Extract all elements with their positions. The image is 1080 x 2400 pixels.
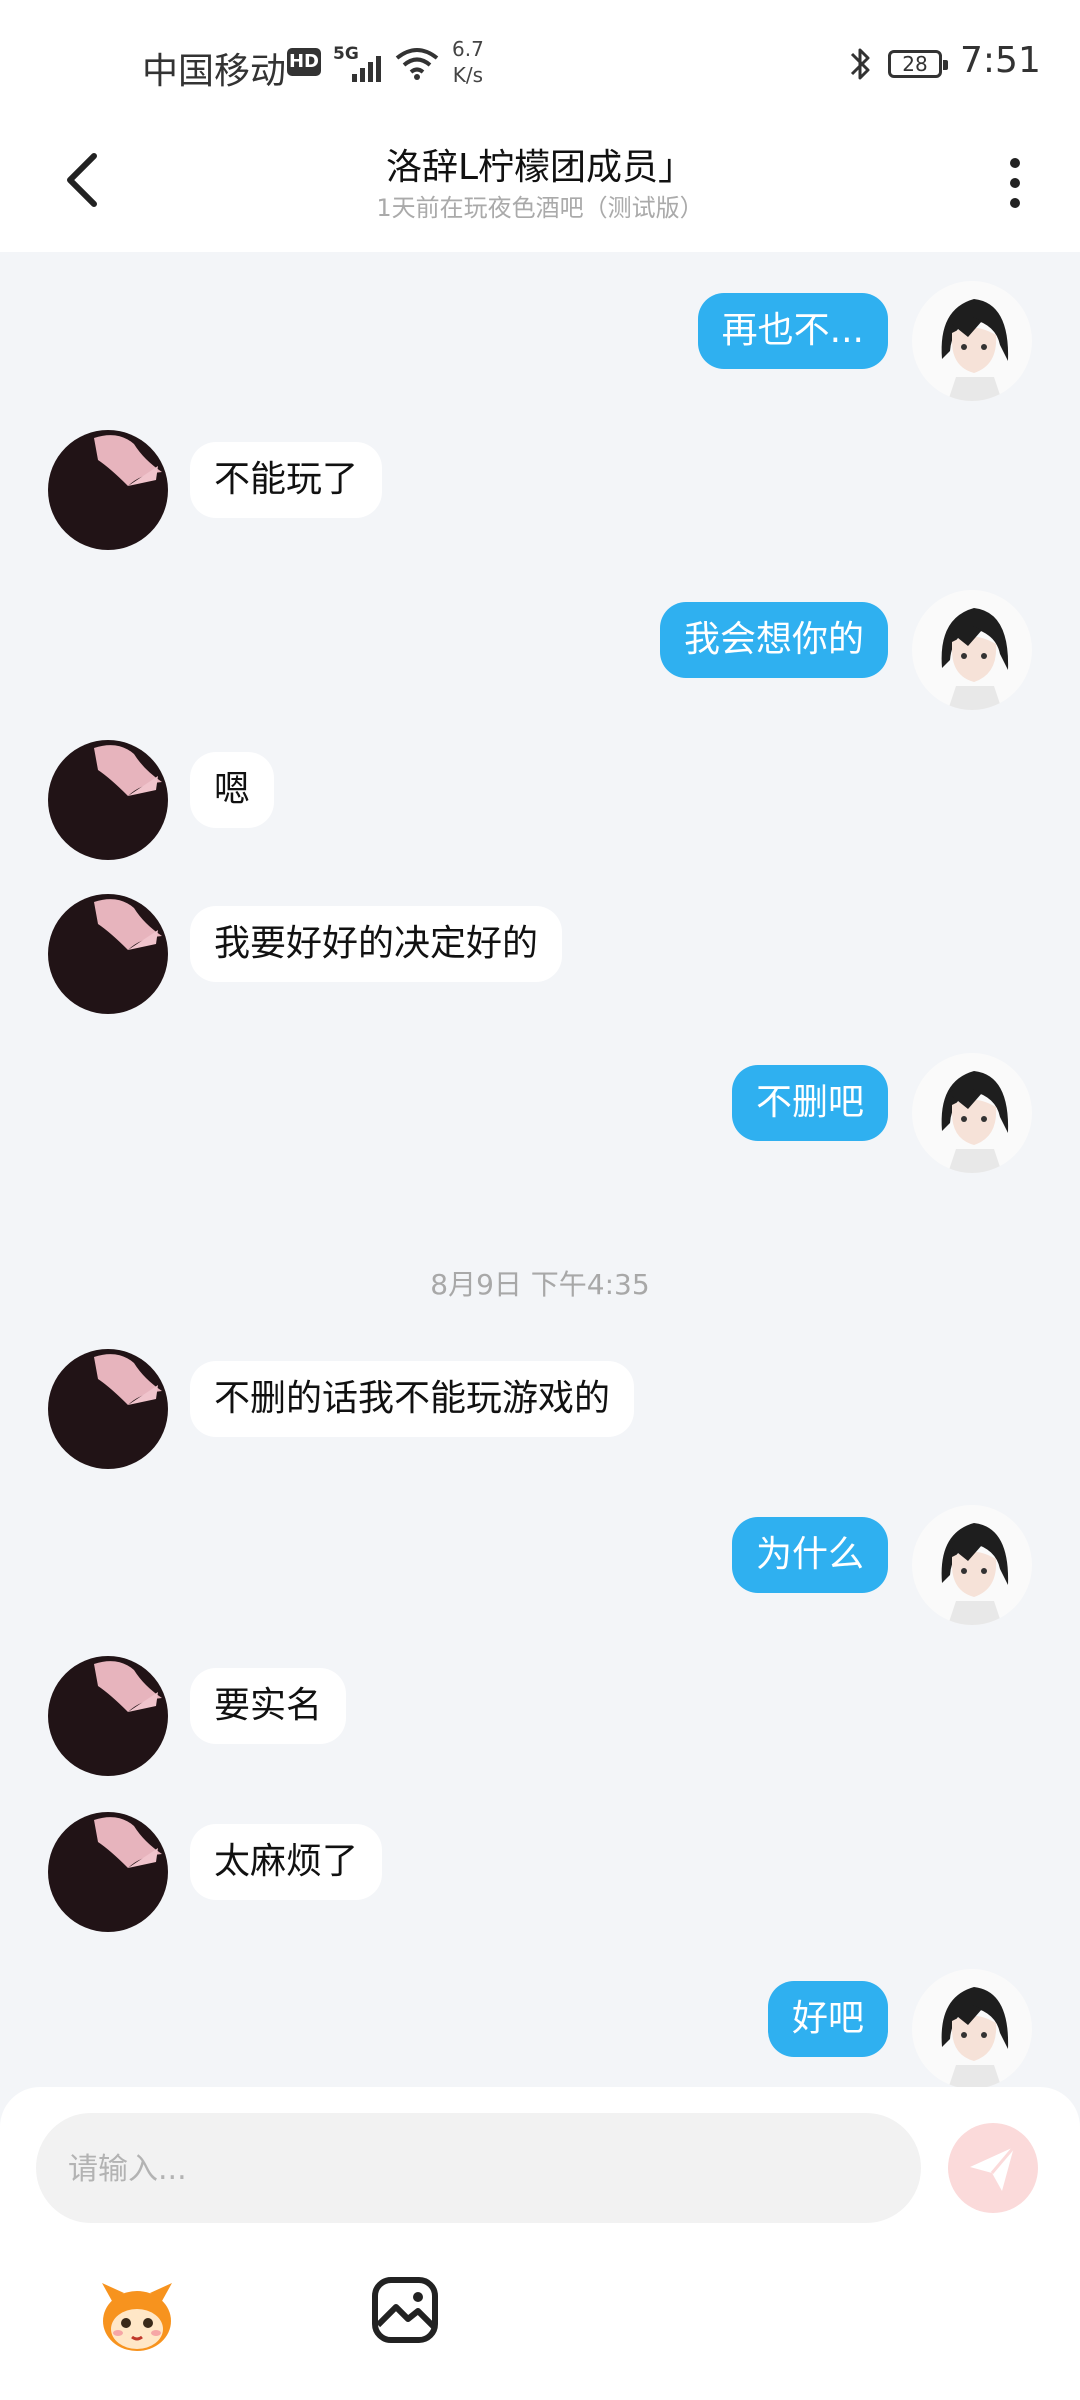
- outgoing-bubble[interactable]: 为什么: [731, 1517, 888, 1593]
- incoming-bubble[interactable]: 我要好好的决定好的: [190, 906, 563, 982]
- more-options-button[interactable]: [990, 148, 1040, 238]
- message-row: 太麻烦了: [0, 1812, 1080, 1942]
- anime-avatar-icon: [912, 590, 1032, 710]
- contact-avatar-icon: [48, 1656, 168, 1776]
- message-row: 为什么: [0, 1505, 1080, 1635]
- contact-status: 1天前在玩夜色酒吧（测试版）: [376, 194, 704, 222]
- contact-avatar-icon: [48, 1812, 168, 1932]
- clock: 7:51: [960, 40, 1041, 81]
- carrier-name: 中国移动: [142, 51, 287, 92]
- incoming-bubble[interactable]: 太麻烦了: [190, 1824, 383, 1900]
- my-avatar[interactable]: [912, 1505, 1032, 1625]
- incoming-bubble[interactable]: 嗯: [190, 752, 275, 828]
- message-input-wrapper[interactable]: [36, 2113, 921, 2225]
- contact-avatar-icon: [48, 430, 168, 550]
- anime-avatar-icon: [912, 1053, 1032, 1173]
- chat-header: 洛辞L柠檬团成员」 1天前在玩夜色酒吧（测试版）: [0, 130, 1080, 252]
- message-row: 要实名: [0, 1656, 1080, 1786]
- image-icon: [372, 2277, 438, 2343]
- incoming-bubble[interactable]: 要实名: [190, 1668, 347, 1744]
- hd-badge: HD: [287, 48, 321, 76]
- more-dots-icon: [990, 158, 1040, 208]
- contact-avatar[interactable]: [48, 430, 168, 550]
- status-bar: 中国移动 HD 5G 6.7 K/s 28 7:51: [0, 0, 1080, 130]
- send-button[interactable]: [948, 2123, 1038, 2213]
- message-row: 不删吧: [0, 1053, 1080, 1183]
- contact-avatar-icon: [48, 1349, 168, 1469]
- incoming-bubble[interactable]: 不能玩了: [190, 442, 383, 518]
- emoji-mascot-icon: [102, 2283, 172, 2351]
- my-avatar[interactable]: [912, 1969, 1032, 2089]
- speed-unit: K/s: [452, 63, 484, 87]
- anime-avatar-icon: [912, 1969, 1032, 2089]
- anime-avatar-icon: [912, 281, 1032, 401]
- wifi-icon: [395, 48, 439, 80]
- message-row: 我会想你的: [0, 590, 1080, 720]
- message-composer: [0, 2087, 1080, 2400]
- signal-icon: [352, 56, 381, 82]
- outgoing-bubble[interactable]: 我会想你的: [659, 602, 888, 678]
- incoming-bubble[interactable]: 不删的话我不能玩游戏的: [190, 1361, 635, 1437]
- my-avatar[interactable]: [912, 1053, 1032, 1173]
- outgoing-bubble[interactable]: 不删吧: [731, 1065, 888, 1141]
- message-row: 嗯: [0, 740, 1080, 870]
- contact-avatar-icon: [48, 894, 168, 1014]
- speed-value: 6.7: [452, 37, 484, 61]
- contact-avatar[interactable]: [48, 1812, 168, 1932]
- message-row: 再也不...: [0, 281, 1080, 411]
- send-icon: [970, 2146, 1016, 2191]
- image-button[interactable]: [370, 2275, 440, 2345]
- emoji-button[interactable]: [92, 2271, 182, 2361]
- outgoing-bubble[interactable]: 再也不...: [697, 293, 888, 369]
- message-row: 不能玩了: [0, 430, 1080, 560]
- message-row: 好吧: [0, 1969, 1080, 2099]
- message-timestamp: 8月9日 下午4:35: [430, 1268, 650, 1301]
- contact-avatar[interactable]: [48, 1656, 168, 1776]
- bluetooth-icon: [850, 48, 870, 80]
- message-input[interactable]: [66, 2113, 870, 2225]
- contact-avatar[interactable]: [48, 894, 168, 1014]
- contact-name: 洛辞L柠檬团成员」: [385, 147, 695, 188]
- contact-avatar[interactable]: [48, 1349, 168, 1469]
- network-speed: 6.7 K/s: [452, 36, 484, 88]
- message-row: 不删的话我不能玩游戏的: [0, 1349, 1080, 1479]
- anime-avatar-icon: [912, 1505, 1032, 1625]
- outgoing-bubble[interactable]: 好吧: [767, 1981, 888, 2057]
- contact-avatar[interactable]: [48, 740, 168, 860]
- my-avatar[interactable]: [912, 590, 1032, 710]
- message-row: 我要好好的决定好的: [0, 894, 1080, 1024]
- my-avatar[interactable]: [912, 281, 1032, 401]
- contact-avatar-icon: [48, 740, 168, 860]
- battery-indicator: 28: [888, 50, 948, 78]
